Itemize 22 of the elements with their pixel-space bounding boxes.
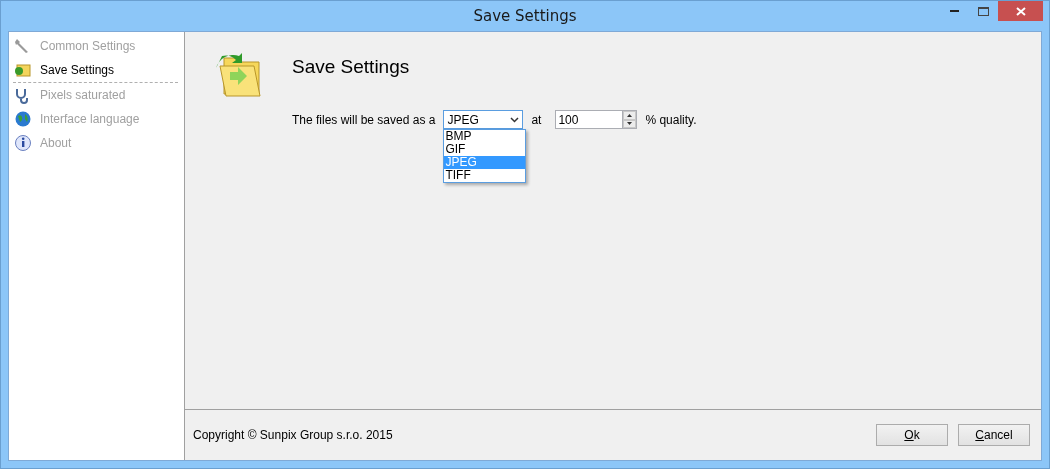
ok-button[interactable]: Ok [876, 424, 948, 446]
dropdown-option[interactable]: GIF [444, 143, 526, 156]
window-title: Save Settings [473, 7, 577, 25]
format-label: The files will be saved as a [292, 112, 436, 127]
minimize-icon [950, 9, 959, 13]
chevron-down-icon [510, 116, 520, 123]
folder-icon [14, 61, 32, 79]
dropdown-option[interactable]: TIFF [444, 169, 526, 182]
at-label: at [531, 112, 542, 127]
copyright-text: Copyright © Sunpix Group s.r.o. 2015 [193, 428, 393, 442]
close-button[interactable] [998, 1, 1043, 21]
info-icon [14, 134, 32, 152]
close-icon [1015, 6, 1026, 16]
format-dropdown[interactable]: JPEG [443, 110, 524, 129]
quality-label: % quality. [645, 112, 697, 127]
globe-icon [14, 110, 32, 128]
quality-field[interactable]: 100 [555, 110, 623, 129]
sidebar-item[interactable]: Save Settings [9, 58, 184, 82]
maximize-icon [978, 6, 989, 16]
page-heading: Save Settings [292, 56, 411, 78]
dropdown-option[interactable]: BMP [444, 130, 526, 143]
cancel-button[interactable]: Cancel [958, 424, 1030, 446]
